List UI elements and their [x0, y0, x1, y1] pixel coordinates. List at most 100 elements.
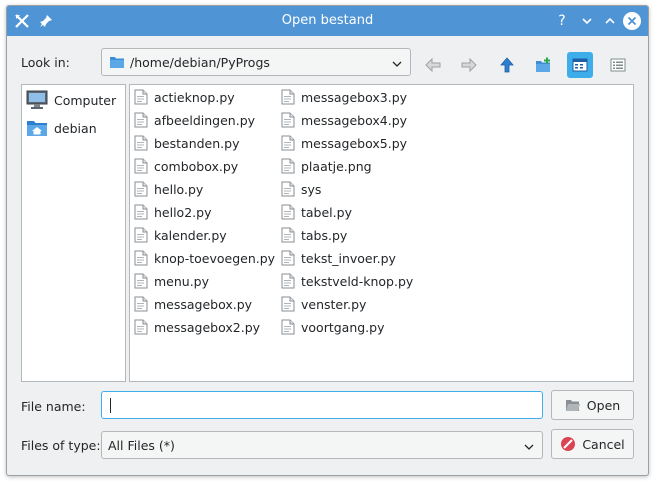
file-icon: [134, 112, 148, 128]
close-icon[interactable]: [622, 11, 642, 31]
open-button-label: Open: [586, 397, 621, 413]
places-sidebar: Computer debian: [21, 84, 126, 382]
file-icon: [281, 181, 295, 197]
arrow-left-icon: [425, 58, 441, 72]
file-name: menu.py: [154, 273, 210, 289]
file-item[interactable]: tabs.py: [281, 225, 347, 245]
sidebar-item-computer[interactable]: Computer: [26, 88, 116, 112]
file-icon: [281, 89, 295, 105]
file-icon: [281, 250, 295, 266]
look-in-combobox[interactable]: /home/debian/PyProgs: [101, 48, 411, 76]
file-item[interactable]: messagebox5.py: [281, 133, 407, 153]
file-icon: [134, 135, 148, 151]
sidebar-item-debian[interactable]: debian: [26, 116, 97, 140]
file-name: messagebox2.py: [154, 319, 261, 335]
cancel-button-label: Cancel: [582, 436, 625, 452]
file-name: bestanden.py: [154, 135, 240, 151]
file-icon: [134, 250, 148, 266]
parent-directory-button[interactable]: [494, 52, 520, 78]
file-name: messagebox.py: [154, 296, 253, 312]
text-caret: [110, 398, 111, 413]
file-item[interactable]: bestanden.py: [134, 133, 239, 153]
file-item[interactable]: venster.py: [281, 294, 366, 314]
file-dialog: Open bestand ? Look in: /home/debian/PyP…: [6, 5, 649, 476]
file-name: knop-toevoegen.py: [154, 250, 276, 266]
file-icon: [134, 227, 148, 243]
file-icon: [281, 112, 295, 128]
file-item[interactable]: messagebox2.py: [134, 317, 260, 337]
file-icon: [134, 89, 148, 105]
file-name: hello.py: [154, 181, 204, 197]
forward-button[interactable]: [456, 52, 482, 78]
file-name: tabs.py: [301, 227, 348, 243]
file-icon: [134, 158, 148, 174]
list-view-icon: [572, 58, 588, 72]
file-item[interactable]: messagebox4.py: [281, 110, 407, 130]
file-name: afbeeldingen.py: [154, 112, 256, 128]
detail-view-icon: [610, 58, 626, 72]
file-icon: [281, 158, 295, 174]
file-item[interactable]: kalender.py: [134, 225, 227, 245]
back-button[interactable]: [420, 52, 446, 78]
home-folder-icon: [26, 118, 48, 138]
file-name: hello2.py: [154, 204, 212, 220]
chevron-down-icon: [392, 57, 402, 72]
file-item[interactable]: voortgang.py: [281, 317, 385, 337]
file-item[interactable]: knop-toevoegen.py: [134, 248, 275, 268]
files-of-type-label: Files of type:: [21, 438, 101, 453]
file-item[interactable]: sys: [281, 179, 321, 199]
file-item[interactable]: hello2.py: [134, 202, 211, 222]
file-item[interactable]: afbeeldingen.py: [134, 110, 255, 130]
cancel-button[interactable]: Cancel: [551, 429, 634, 459]
sidebar-item-label: debian: [54, 120, 97, 136]
file-icon: [281, 296, 295, 312]
new-folder-button[interactable]: [531, 52, 557, 78]
maximize-icon[interactable]: [601, 12, 619, 30]
file-item[interactable]: hello.py: [134, 179, 203, 199]
file-name-input[interactable]: [101, 391, 543, 419]
file-icon: [134, 204, 148, 220]
detail-view-button[interactable]: [605, 52, 631, 78]
file-name: venster.py: [301, 296, 367, 312]
window-title: Open bestand: [281, 13, 374, 28]
file-item[interactable]: menu.py: [134, 271, 209, 291]
file-icon: [281, 227, 295, 243]
file-item[interactable]: plaatje.png: [281, 156, 372, 176]
minimize-icon[interactable]: [578, 12, 596, 30]
list-view-button[interactable]: [567, 52, 593, 78]
cancel-icon: [560, 436, 576, 452]
open-button[interactable]: Open: [551, 390, 634, 420]
file-item[interactable]: actieknop.py: [134, 87, 235, 107]
file-icon: [281, 273, 295, 289]
file-icon: [134, 319, 148, 335]
sidebar-item-label: Computer: [54, 92, 117, 108]
file-item[interactable]: combobox.py: [134, 156, 238, 176]
look-in-path: /home/debian/PyProgs: [130, 54, 270, 70]
file-name: tabel.py: [301, 204, 352, 220]
file-name: combobox.py: [154, 158, 239, 174]
file-name: messagebox4.py: [301, 112, 408, 128]
file-name: messagebox3.py: [301, 89, 408, 105]
file-item[interactable]: tabel.py: [281, 202, 352, 222]
help-icon[interactable]: ?: [553, 12, 571, 30]
arrow-up-icon: [500, 57, 514, 73]
files-of-type-combobox[interactable]: All Files (*): [101, 431, 543, 459]
look-in-label: Look in:: [21, 55, 70, 70]
file-name: tekstveld-knop.py: [301, 273, 414, 289]
file-item[interactable]: messagebox3.py: [281, 87, 407, 107]
file-name: messagebox5.py: [301, 135, 408, 151]
folder-open-icon: [565, 398, 581, 412]
file-name-label: File name:: [21, 399, 86, 414]
file-item[interactable]: messagebox.py: [134, 294, 252, 314]
file-name: sys: [301, 181, 322, 197]
file-name: plaatje.png: [301, 158, 372, 174]
arrow-right-icon: [461, 58, 477, 72]
file-icon: [281, 204, 295, 220]
title-bar[interactable]: Open bestand ?: [7, 6, 648, 36]
chevron-down-icon: [524, 440, 534, 455]
file-item[interactable]: tekst_invoer.py: [281, 248, 396, 268]
file-icon: [134, 296, 148, 312]
file-icon: [134, 181, 148, 197]
file-item[interactable]: tekstveld-knop.py: [281, 271, 413, 291]
file-name: actieknop.py: [154, 89, 235, 105]
